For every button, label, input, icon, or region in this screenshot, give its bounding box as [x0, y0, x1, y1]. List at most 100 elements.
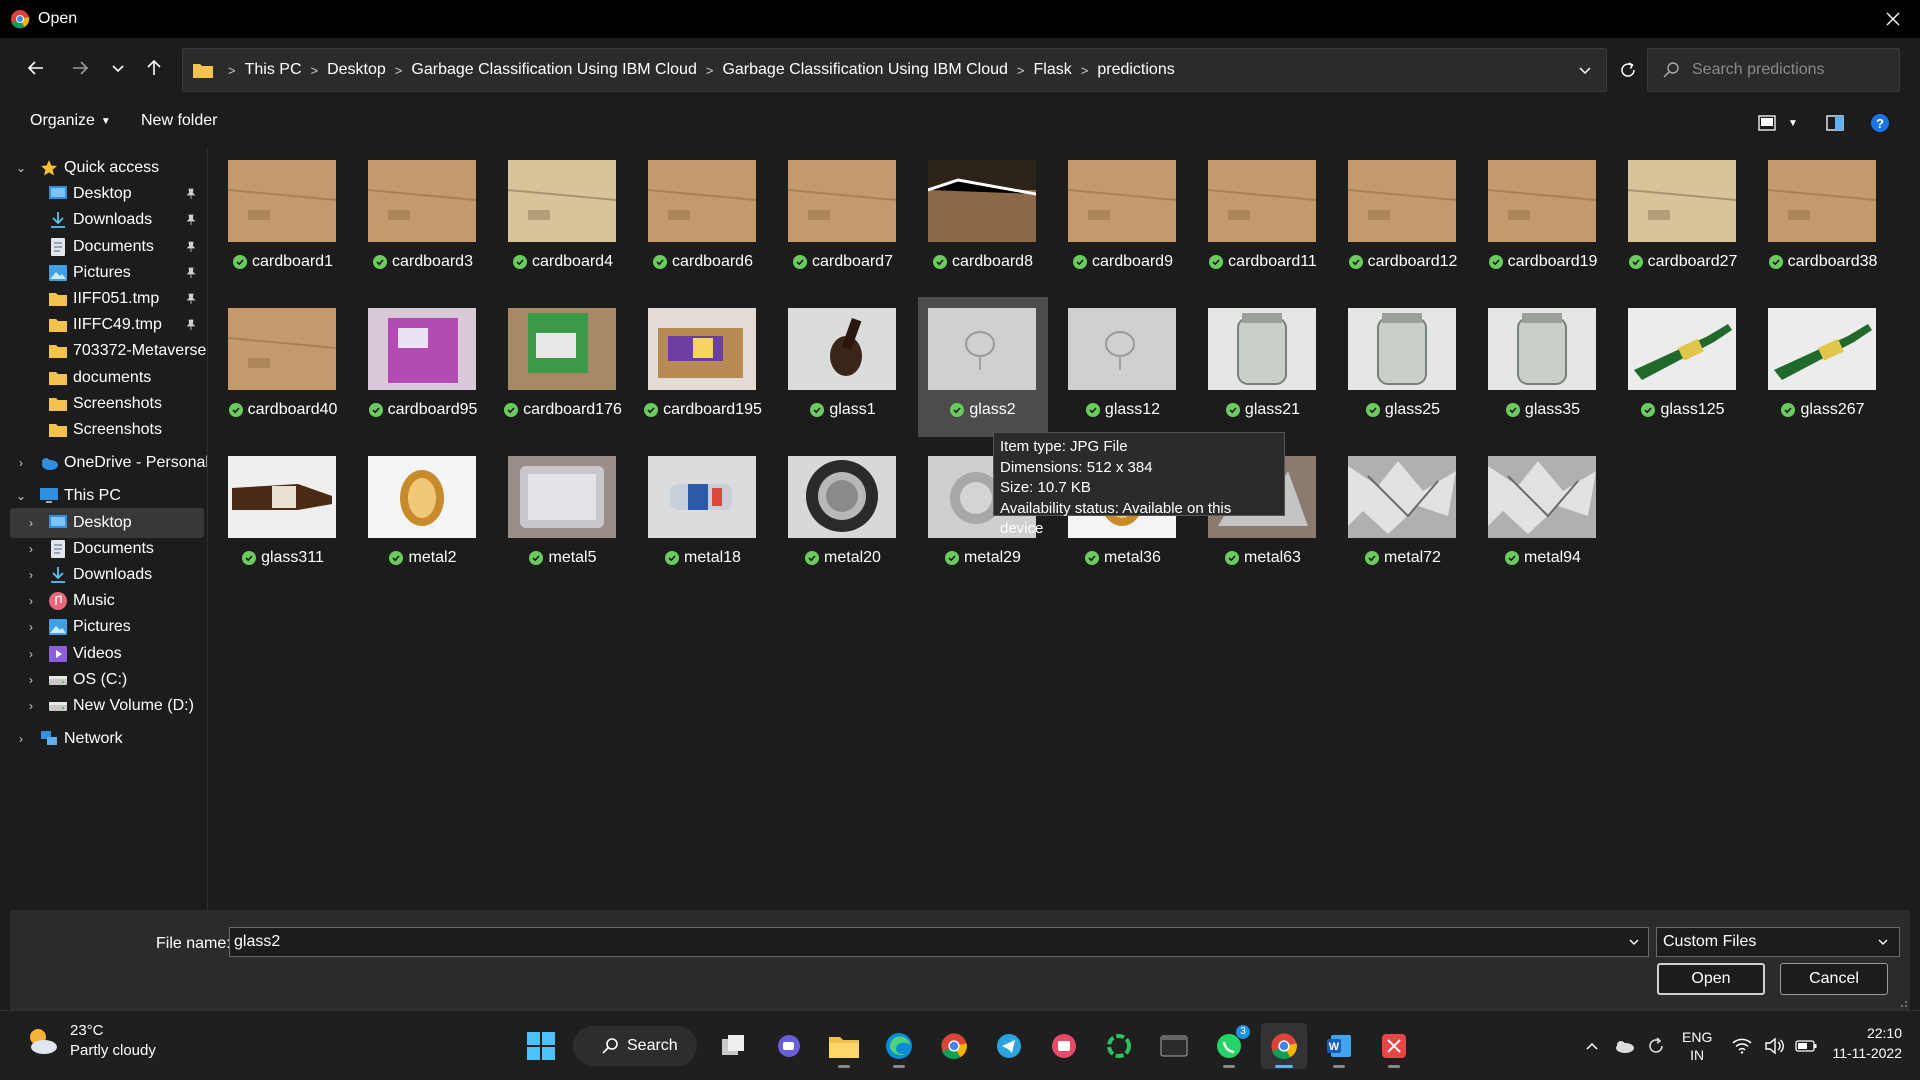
up-button[interactable] [136, 50, 172, 86]
file-tile[interactable]: cardboard12 [1338, 149, 1468, 289]
file-tile[interactable]: glass25 [1338, 297, 1468, 437]
edge-button[interactable] [876, 1023, 922, 1069]
file-name-input[interactable] [234, 933, 1614, 951]
back-button[interactable] [18, 50, 54, 86]
loader-app-button[interactable] [1096, 1023, 1142, 1069]
telegram-button[interactable] [986, 1023, 1032, 1069]
file-tile[interactable]: cardboard40 [218, 297, 348, 437]
organize-button[interactable]: Organize ▼ [30, 112, 111, 130]
nav-onedrive[interactable]: › OneDrive - Personal [10, 448, 207, 478]
chevron-right-icon[interactable]: › [24, 673, 38, 687]
breadcrumb-item[interactable]: Flask [1034, 61, 1072, 79]
file-tile[interactable]: cardboard9 [1058, 149, 1188, 289]
file-tile[interactable]: cardboard19 [1478, 149, 1608, 289]
nav-network[interactable]: › Network [10, 724, 204, 754]
search-box[interactable] [1647, 48, 1900, 92]
task-view-button[interactable] [711, 1023, 757, 1069]
file-tile[interactable]: cardboard4 [498, 149, 628, 289]
file-tile[interactable]: metal72 [1338, 445, 1468, 585]
start-button[interactable] [518, 1023, 564, 1069]
file-explorer-button[interactable] [821, 1023, 867, 1069]
nav-pc-item[interactable]: › New Volume (D:) [10, 691, 204, 721]
chrome-profile-button[interactable] [1261, 1023, 1307, 1069]
chevron-right-icon[interactable]: › [24, 647, 38, 661]
teams-chat-button[interactable] [766, 1023, 812, 1069]
breadcrumb-item[interactable]: Garbage Classification Using IBM Cloud [411, 61, 696, 79]
file-tile[interactable]: glass125 [1618, 297, 1748, 437]
recent-locations-button[interactable] [100, 50, 136, 86]
onedrive-tray-button[interactable] [1610, 1032, 1638, 1060]
chevron-right-icon[interactable]: › [24, 516, 38, 530]
app-button[interactable] [1041, 1023, 1087, 1069]
breadcrumb-separator-icon[interactable]: > [1017, 63, 1025, 78]
file-tile[interactable]: cardboard11 [1198, 149, 1328, 289]
file-tile[interactable]: glass12 [1058, 297, 1188, 437]
chevron-right-icon[interactable]: › [24, 620, 38, 634]
cancel-button[interactable]: Cancel [1780, 963, 1888, 995]
input-language[interactable]: ENG IN [1682, 1028, 1712, 1064]
file-tile[interactable]: glass1 [778, 297, 908, 437]
chevron-down-icon[interactable]: ⌄ [14, 161, 28, 175]
chevron-right-icon[interactable]: › [14, 456, 28, 470]
view-options-dropdown[interactable]: ▼ [1780, 110, 1806, 136]
file-tile[interactable]: cardboard27 [1618, 149, 1748, 289]
breadcrumb-separator-icon[interactable]: > [395, 63, 403, 78]
breadcrumb-item[interactable]: predictions [1097, 61, 1174, 79]
open-button[interactable]: Open [1657, 963, 1765, 995]
file-tile[interactable]: cardboard195 [638, 297, 768, 437]
breadcrumb-separator-icon[interactable]: > [1081, 63, 1089, 78]
breadcrumb-item[interactable]: Desktop [327, 61, 386, 79]
new-folder-button[interactable]: New folder [141, 112, 217, 130]
address-history-dropdown[interactable] [1574, 59, 1596, 81]
file-tile[interactable]: metal5 [498, 445, 628, 585]
chrome-button[interactable] [931, 1023, 977, 1069]
breadcrumb-separator-icon[interactable]: > [311, 63, 319, 78]
file-tile[interactable]: glass21 [1198, 297, 1328, 437]
whatsapp-button[interactable]: 3 [1206, 1023, 1252, 1069]
change-view-button[interactable] [1754, 110, 1780, 136]
file-name-combobox[interactable] [229, 927, 1649, 957]
search-input[interactable] [1692, 61, 1892, 79]
file-tile[interactable]: metal94 [1478, 445, 1608, 585]
file-tile[interactable]: glass311 [218, 445, 348, 585]
file-tile[interactable]: glass267 [1758, 297, 1888, 437]
forward-button[interactable] [62, 50, 98, 86]
breadcrumb-separator-icon[interactable]: > [706, 63, 714, 78]
breadcrumb-item[interactable]: This PC [245, 61, 302, 79]
sync-tray-button[interactable] [1642, 1032, 1670, 1060]
breadcrumb-item[interactable]: Garbage Classification Using IBM Cloud [722, 61, 1007, 79]
file-tile[interactable]: glass35 [1478, 297, 1608, 437]
chevron-right-icon[interactable]: › [24, 542, 38, 556]
file-tile[interactable]: cardboard3 [358, 149, 488, 289]
file-tile[interactable]: glass2 [918, 297, 1048, 437]
nav-quick-item[interactable]: Screenshots [10, 415, 204, 445]
chevron-right-icon[interactable]: › [24, 699, 38, 713]
show-hidden-icons-button[interactable] [1578, 1032, 1606, 1060]
wifi-button[interactable] [1728, 1032, 1756, 1060]
file-tile[interactable]: cardboard176 [498, 297, 628, 437]
preview-pane-button[interactable] [1822, 110, 1848, 136]
refresh-button[interactable] [1608, 50, 1648, 90]
resize-grip-icon[interactable] [1896, 996, 1908, 1008]
word-button[interactable]: W [1316, 1023, 1362, 1069]
help-button[interactable]: ? [1867, 110, 1893, 136]
address-bar[interactable]: > This PC > Desktop > Garbage Classification … [182, 48, 1607, 92]
file-tile[interactable]: cardboard1 [218, 149, 348, 289]
file-tile[interactable]: cardboard8 [918, 149, 1048, 289]
volume-button[interactable] [1760, 1032, 1788, 1060]
file-type-select[interactable]: Custom Files [1656, 927, 1900, 957]
chevron-down-icon[interactable]: ⌄ [14, 489, 28, 503]
chevron-right-icon[interactable]: › [14, 732, 28, 746]
file-tile[interactable]: cardboard6 [638, 149, 768, 289]
chevron-right-icon[interactable]: › [24, 594, 38, 608]
battery-button[interactable] [1792, 1032, 1820, 1060]
file-tile[interactable]: cardboard95 [358, 297, 488, 437]
weather-widget[interactable]: 23°C Partly cloudy [24, 1021, 156, 1061]
file-tile[interactable]: metal2 [358, 445, 488, 585]
file-tile[interactable]: metal18 [638, 445, 768, 585]
nav-this-pc[interactable]: ⌄ This PC [10, 481, 204, 511]
snipping-tool-button[interactable] [1371, 1023, 1417, 1069]
chevron-right-icon[interactable]: › [24, 568, 38, 582]
file-tile[interactable]: metal20 [778, 445, 908, 585]
taskbar-search[interactable]: Search [573, 1026, 697, 1066]
